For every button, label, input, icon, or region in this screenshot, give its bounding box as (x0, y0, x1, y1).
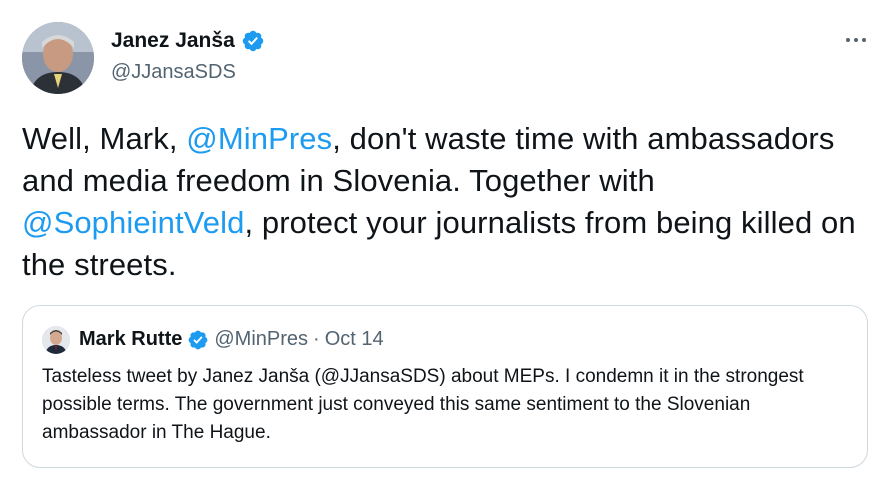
mention-link[interactable]: @SophieintVeld (22, 205, 244, 240)
author-name[interactable]: Janez Janša (111, 29, 265, 53)
quoted-tweet[interactable]: Mark Rutte @MinPres · Oct 14 Tasteless t… (22, 305, 868, 468)
author-avatar[interactable] (22, 22, 94, 94)
quoted-separator: · (313, 328, 320, 350)
quoted-author-avatar[interactable] (42, 326, 70, 354)
verified-badge-icon (242, 30, 263, 52)
author-name-text: Janez Janša (111, 29, 235, 52)
more-options-icon[interactable] (843, 30, 869, 50)
author-handle[interactable]: @JJansaSDS (111, 61, 236, 84)
quoted-author-handle[interactable]: @MinPres (214, 328, 308, 351)
quoted-author-name[interactable]: Mark Rutte (79, 328, 182, 351)
tweet-text: Well, Mark, @MinPres, don't waste time w… (22, 118, 872, 286)
tweet-text-part: Well, Mark, (22, 121, 187, 156)
quoted-text: Tasteless tweet by Janez Janša (@JJansaS… (42, 366, 804, 443)
mention-link[interactable]: @MinPres (186, 121, 332, 156)
quoted-date[interactable]: Oct 14 (325, 328, 384, 351)
verified-badge-icon (188, 330, 208, 349)
more-dot (854, 38, 858, 42)
more-dot (846, 38, 850, 42)
quoted-header: Mark Rutte @MinPres · Oct 14 (79, 328, 384, 351)
tweet: Janez Janša @JJansaSDS Well, Mark, @MinP… (0, 0, 891, 486)
more-dot (862, 38, 866, 42)
